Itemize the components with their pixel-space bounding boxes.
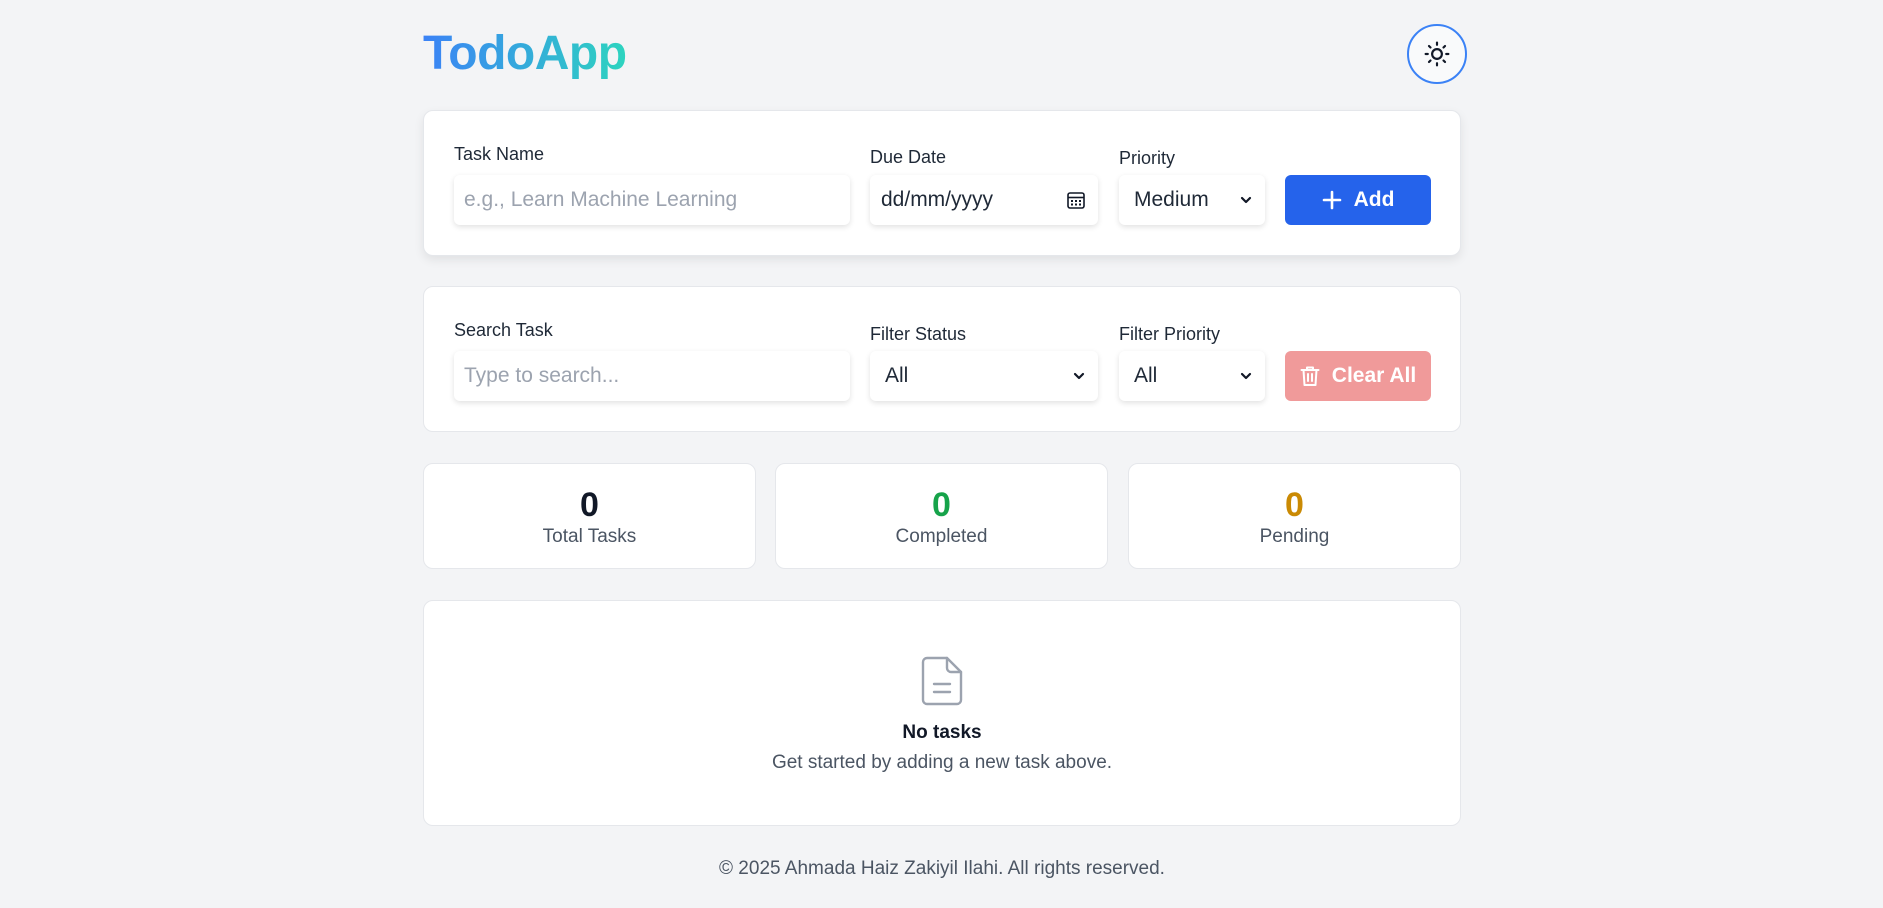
due-date-input[interactable]: dd/mm/yyyy: [870, 175, 1098, 225]
plus-icon: [1322, 190, 1341, 210]
calendar-icon[interactable]: [1066, 190, 1086, 210]
stat-total-tasks: 0 Total Tasks: [423, 463, 756, 569]
search-label: Search Task: [454, 320, 553, 340]
empty-state-subtitle: Get started by adding a new task above.: [771, 752, 1113, 773]
add-task-card: Task Name Due Date dd/mm/yyyy Priority M…: [423, 110, 1461, 256]
theme-toggle-button[interactable]: [1407, 24, 1467, 84]
filter-priority-select[interactable]: All: [1119, 351, 1265, 401]
stat-label: Total Tasks: [542, 526, 637, 547]
stat-label: Pending: [1259, 526, 1330, 547]
chevron-down-icon: [1240, 372, 1252, 380]
footer-copyright: © 2025 Ahmada Haiz Zakiyil Ilahi. All ri…: [719, 858, 1165, 879]
stat-completed: 0 Completed: [775, 463, 1108, 569]
stat-pending: 0 Pending: [1128, 463, 1461, 569]
due-date-label: Due Date: [870, 147, 947, 167]
clear-all-button-label: Clear All: [1331, 364, 1417, 387]
add-task-button[interactable]: Add: [1285, 175, 1431, 225]
chevron-down-icon: [1073, 372, 1085, 380]
filter-card: Search Task Filter Status All Filter Pri…: [423, 286, 1461, 432]
search-input[interactable]: [454, 351, 850, 401]
filter-priority-value: All: [1134, 364, 1158, 387]
task-name-label: Task Name: [454, 144, 545, 164]
sun-icon: [1424, 41, 1450, 67]
stat-value: 0: [1285, 486, 1304, 524]
stat-value: 0: [580, 486, 599, 524]
add-task-button-label: Add: [1353, 188, 1395, 211]
task-list-empty-state: No tasks Get started by adding a new tas…: [423, 600, 1461, 826]
task-name-input[interactable]: [454, 175, 850, 225]
filter-status-label: Filter Status: [870, 324, 967, 344]
priority-select-value: Medium: [1134, 188, 1209, 211]
filter-priority-label: Filter Priority: [1119, 324, 1221, 344]
stat-value: 0: [932, 486, 951, 524]
stat-label: Completed: [895, 526, 988, 547]
document-icon: [921, 656, 963, 706]
trash-icon: [1300, 366, 1320, 386]
priority-label: Priority: [1119, 148, 1176, 168]
filter-status-value: All: [885, 364, 909, 387]
filter-status-select[interactable]: All: [870, 351, 1098, 401]
clear-all-button[interactable]: Clear All: [1285, 351, 1431, 401]
priority-select[interactable]: Medium: [1119, 175, 1265, 225]
chevron-down-icon: [1240, 196, 1252, 204]
app-container: TodoApp Task Name Due Date dd/mm/yyyy: [423, 0, 1467, 879]
due-date-value: dd/mm/yyyy: [881, 188, 994, 211]
empty-state-title: No tasks: [902, 722, 982, 743]
header: TodoApp: [423, 0, 1467, 110]
app-logo: TodoApp: [423, 27, 627, 80]
